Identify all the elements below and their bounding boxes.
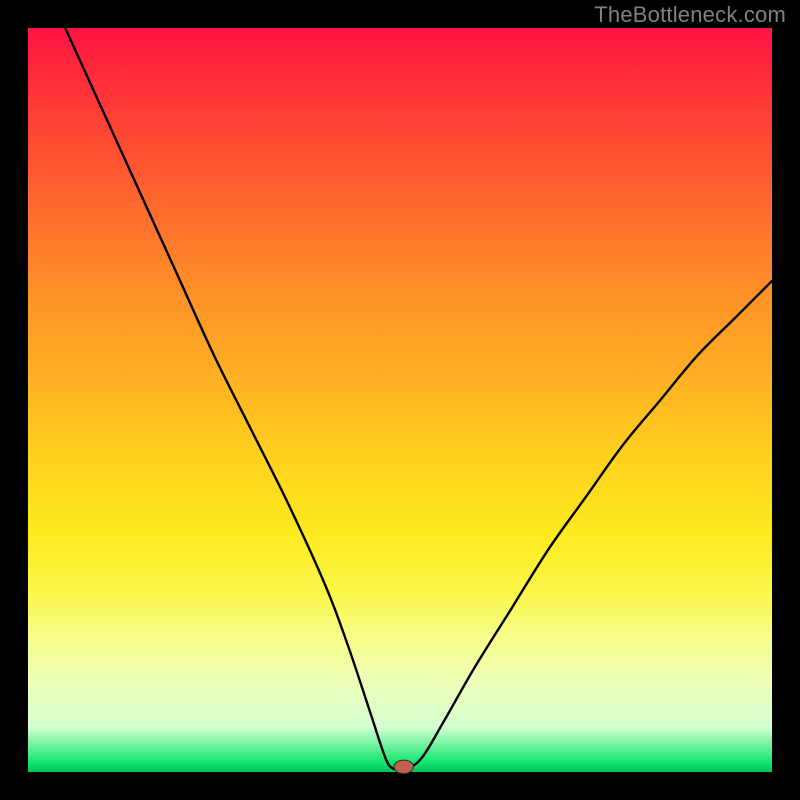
bottleneck-curve	[65, 28, 772, 769]
min-marker	[394, 760, 413, 773]
curve-layer	[28, 28, 772, 772]
attribution-text: TheBottleneck.com	[594, 2, 786, 28]
plot-area	[28, 28, 772, 772]
chart-container: TheBottleneck.com	[0, 0, 800, 800]
